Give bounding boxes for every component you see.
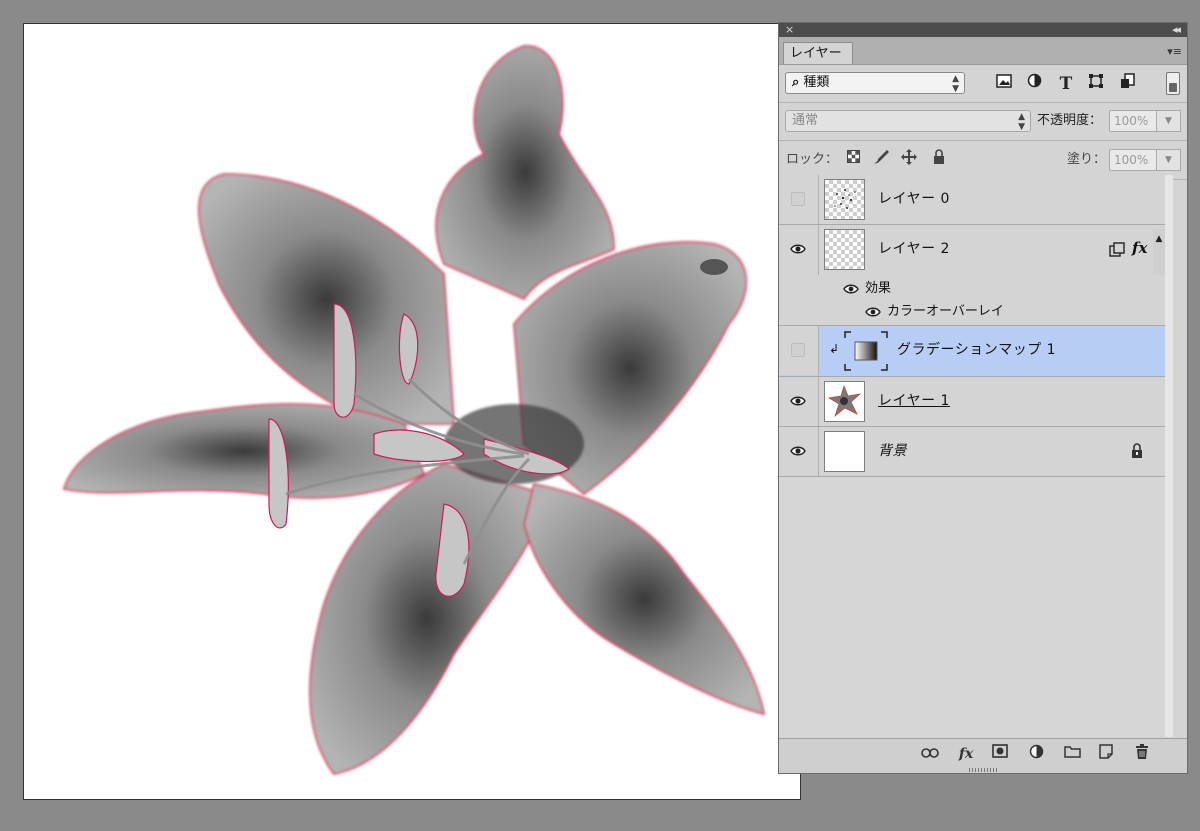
resize-grip[interactable]	[969, 768, 997, 772]
fill-input[interactable]: 100%	[1109, 149, 1157, 171]
layer-list: レイヤー 0 レイヤー 2 fx 効果 カラーオーバーレイ ↲ グラデーションマ…	[779, 175, 1167, 739]
clipping-mask-icon[interactable]	[1109, 242, 1125, 262]
adjustment-filter-icon[interactable]	[1023, 73, 1045, 95]
layer-row-layer1[interactable]: レイヤー 1	[779, 377, 1167, 427]
eye-icon	[790, 446, 806, 456]
new-adjustment-layer-icon[interactable]	[1025, 744, 1047, 764]
opacity-label: 不透明度：	[1037, 113, 1103, 128]
layers-panel: × ◂◂ レイヤー ▾≡ ⌕ 種類 ▲ ▼ T 通常 ▲ ▼ 不透明度： 100…	[778, 22, 1188, 774]
panel-titlebar: × ◂◂	[779, 23, 1187, 37]
visibility-toggle[interactable]	[779, 225, 819, 275]
eye-icon	[865, 307, 881, 316]
layer-name[interactable]: レイヤー 2	[878, 225, 950, 274]
fill-dropdown-icon[interactable]: ▼	[1157, 149, 1181, 171]
tab-layers[interactable]: レイヤー	[783, 42, 853, 64]
visibility-toggle[interactable]	[779, 427, 819, 476]
eye-icon	[790, 244, 806, 254]
layer-name[interactable]: 背景	[878, 427, 907, 476]
filter-row: ⌕ 種類 ▲ ▼ T	[779, 65, 1187, 103]
layer-thumbnail	[824, 179, 865, 220]
effect-name: カラーオーバーレイ	[887, 304, 1004, 319]
lock-pixels-icon[interactable]	[871, 149, 891, 169]
layer-name[interactable]: グラデーションマップ 1	[897, 326, 1056, 375]
add-mask-icon[interactable]	[989, 744, 1011, 764]
add-layer-style-icon[interactable]: fx	[955, 744, 977, 764]
visibility-toggle[interactable]	[779, 175, 819, 224]
close-panel-icon[interactable]: ×	[785, 23, 794, 37]
lock-all-icon[interactable]	[929, 149, 949, 169]
adjustment-thumbnail	[843, 330, 889, 372]
opacity-input[interactable]: 100%	[1109, 110, 1157, 132]
panel-tabs: レイヤー ▾≡	[779, 37, 1187, 65]
layer-row-layer2[interactable]: レイヤー 2 fx 効果 カラーオーバーレイ	[779, 225, 1167, 326]
shape-filter-icon[interactable]	[1085, 73, 1107, 95]
effects-label: 効果	[865, 281, 892, 296]
select-arrows-icon: ▲ ▼	[1018, 112, 1025, 132]
panel-bottom-toolbar: fx	[779, 738, 1187, 773]
layer-name[interactable]: レイヤー 1	[878, 377, 950, 426]
layer-thumbnail	[824, 229, 865, 270]
eye-icon	[790, 396, 806, 406]
image-filter-icon[interactable]	[993, 73, 1015, 95]
visibility-empty-box	[791, 192, 805, 206]
layer-thumbnail	[824, 431, 865, 472]
new-group-icon[interactable]	[1061, 744, 1083, 764]
layer-name[interactable]: レイヤー 0	[878, 175, 950, 224]
lock-position-icon[interactable]	[899, 149, 919, 169]
layer-thumbnail	[824, 381, 865, 422]
visibility-toggle[interactable]	[779, 326, 819, 375]
type-filter-icon[interactable]: T	[1055, 73, 1077, 95]
clip-arrow-icon: ↲	[829, 342, 840, 356]
select-arrows-icon: ▲ ▼	[952, 74, 959, 94]
fill-label: 塗り：	[1067, 152, 1107, 167]
layer-row-gradient-map[interactable]: ↲ グラデーションマップ 1	[779, 326, 1167, 377]
lock-label: ロック：	[786, 152, 839, 167]
smartobject-filter-icon[interactable]	[1117, 73, 1139, 95]
filter-kind-value: 種類	[803, 75, 830, 90]
visibility-empty-box	[791, 343, 805, 357]
layer-fx-icon[interactable]: fx	[1132, 239, 1147, 257]
filter-kind-select[interactable]: ⌕ 種類 ▲ ▼	[785, 72, 965, 94]
eye-icon	[843, 284, 859, 293]
delete-layer-icon[interactable]	[1131, 744, 1153, 764]
panel-menu-icon[interactable]: ▾≡	[1167, 45, 1182, 58]
effects-row[interactable]: 効果	[843, 277, 891, 301]
search-icon: ⌕	[792, 75, 800, 90]
blend-row: 通常 ▲ ▼ 不透明度： 100% ▼	[779, 103, 1187, 141]
lily-painting	[62, 45, 766, 775]
layer-row-background[interactable]: 背景	[779, 427, 1167, 477]
document-canvas[interactable]	[23, 23, 801, 800]
blend-mode-select[interactable]: 通常 ▲ ▼	[785, 110, 1031, 132]
blend-mode-value: 通常	[792, 113, 819, 128]
layer-lock-icon	[1131, 443, 1143, 462]
new-layer-icon[interactable]	[1095, 744, 1117, 764]
layer-row-layer0[interactable]: レイヤー 0	[779, 175, 1167, 225]
collapse-panel-icon[interactable]: ◂◂	[1172, 23, 1181, 37]
lock-transparency-icon[interactable]	[843, 149, 863, 169]
effect-item-color-overlay[interactable]: カラーオーバーレイ	[865, 300, 1004, 324]
link-layers-icon[interactable]	[919, 744, 941, 764]
layer-list-scrollbar[interactable]	[1165, 175, 1173, 737]
visibility-toggle[interactable]	[779, 377, 819, 426]
opacity-dropdown-icon[interactable]: ▼	[1157, 110, 1181, 132]
scroll-up-arrow-icon[interactable]: ▲	[1153, 229, 1165, 275]
filter-toggle-switch[interactable]	[1166, 72, 1180, 95]
